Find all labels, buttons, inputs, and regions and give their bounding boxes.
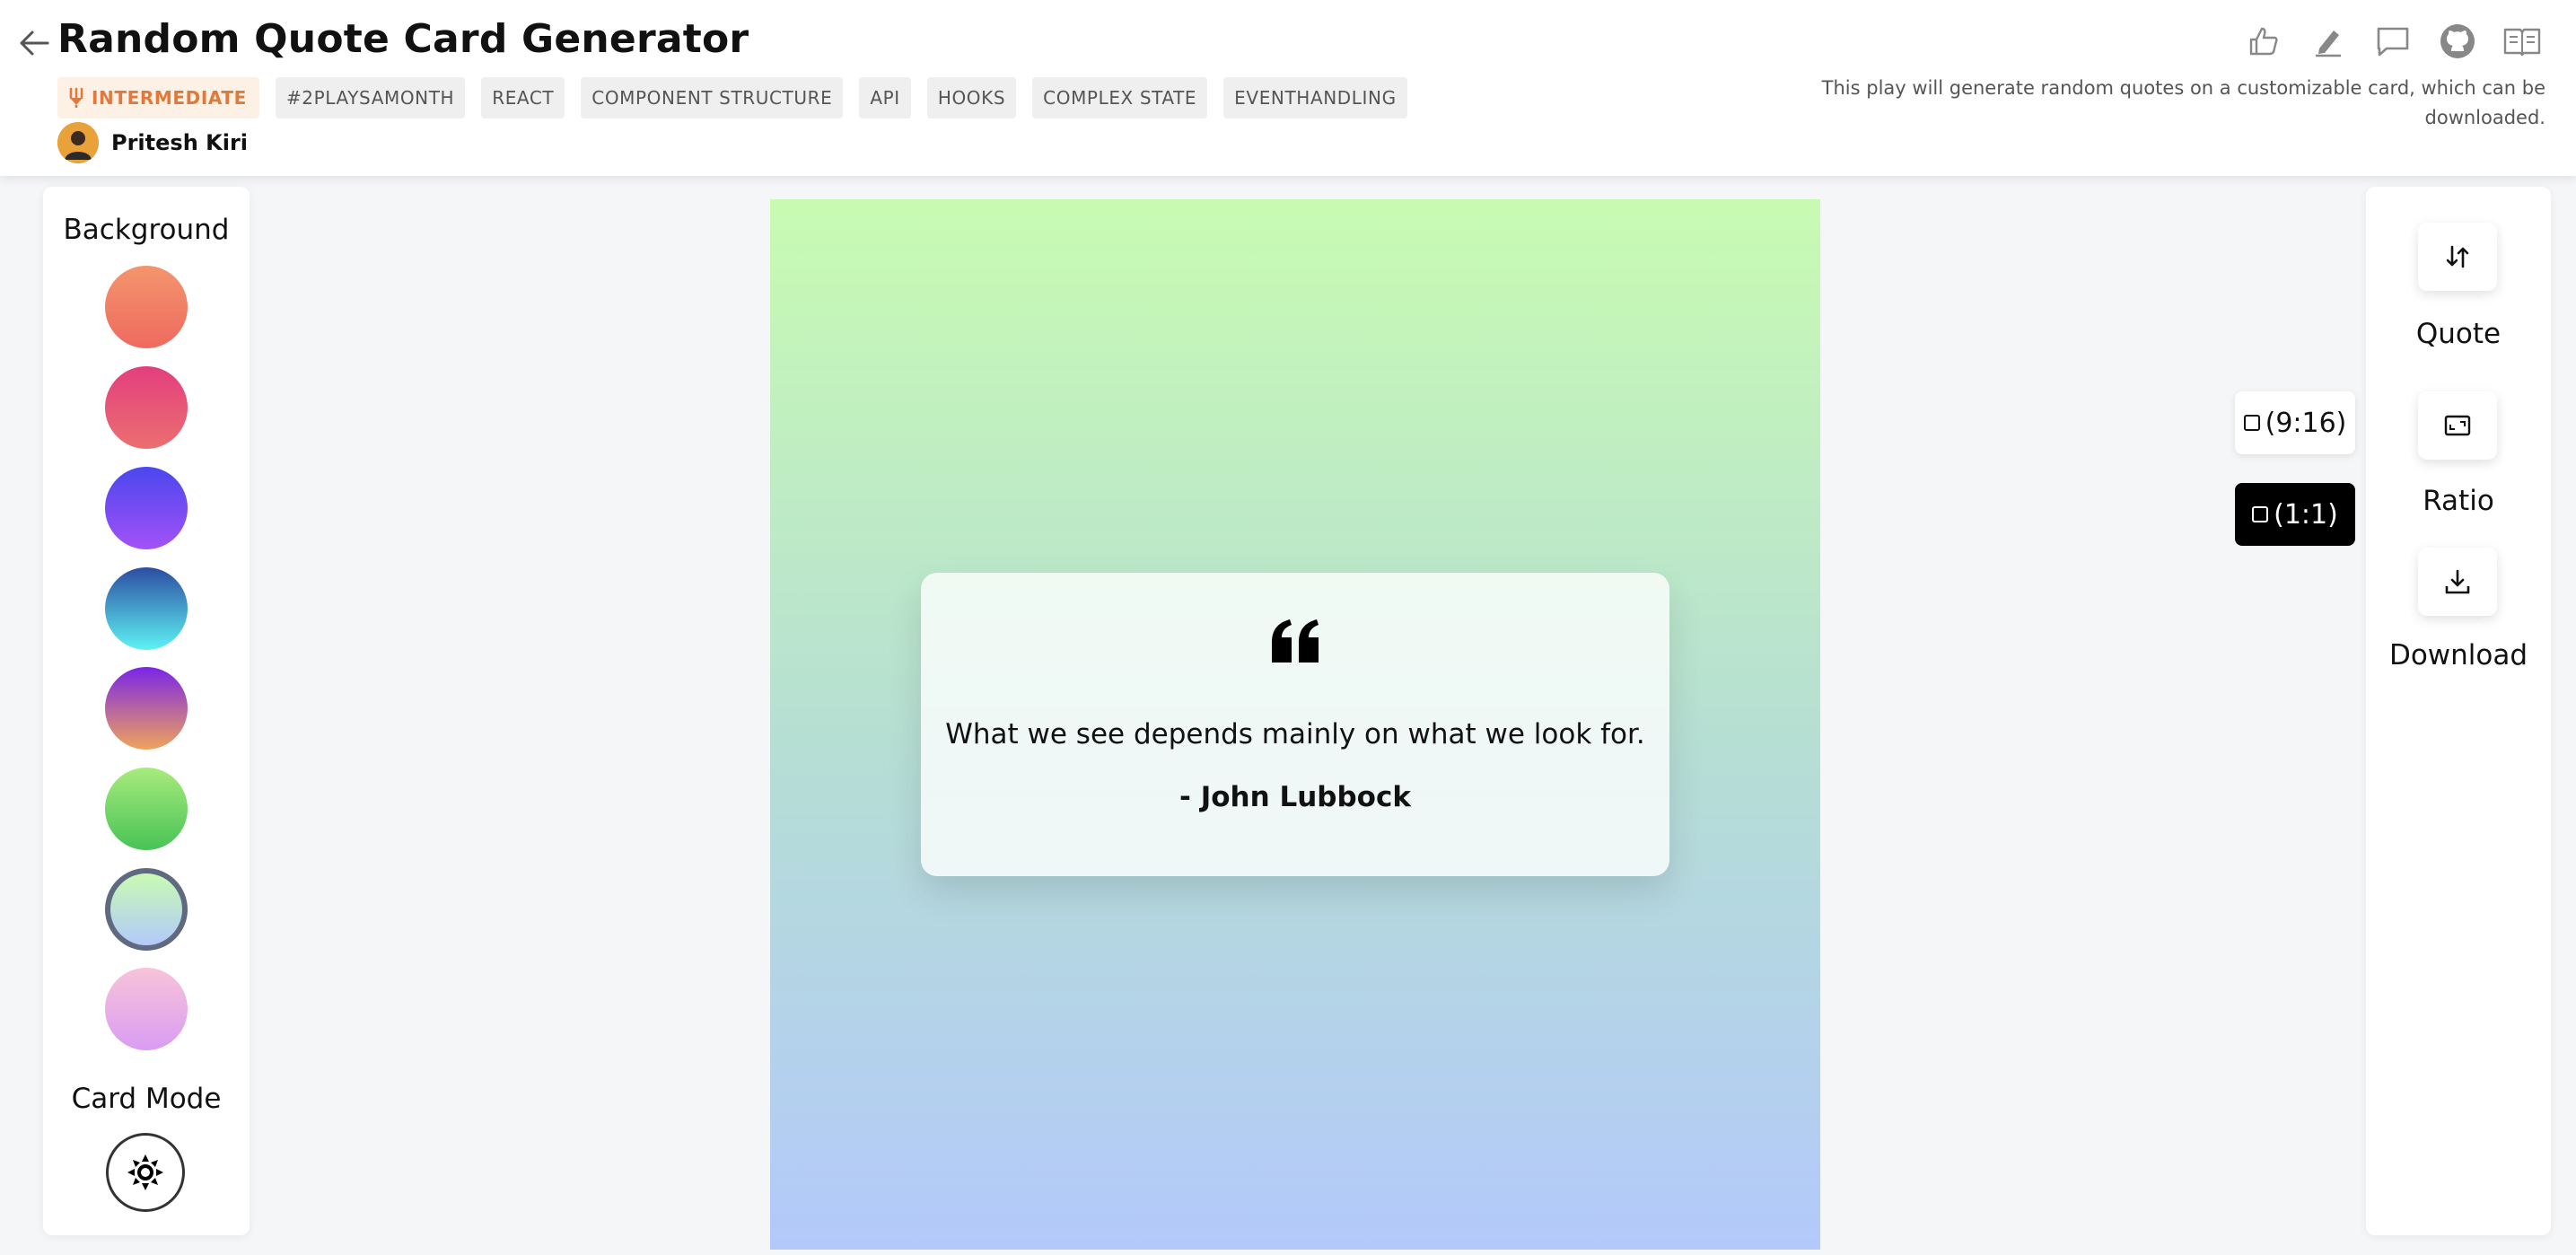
background-swatch-2[interactable] <box>105 366 188 449</box>
background-swatch-8[interactable] <box>105 968 188 1050</box>
background-swatch-1[interactable] <box>105 266 188 348</box>
level-tag[interactable]: INTERMEDIATE <box>57 77 259 118</box>
like-icon <box>2249 27 2278 56</box>
edit-icon <box>2316 31 2341 57</box>
tag-component-structure[interactable]: COMPONENT STRUCTURE <box>581 77 844 118</box>
arrow-left-icon <box>20 31 49 56</box>
tag-api[interactable]: API <box>859 77 911 118</box>
level-tag-label: INTERMEDIATE <box>92 87 247 109</box>
aspect-ratio-icon <box>2444 415 2471 436</box>
tag-hooks[interactable]: HOOKS <box>926 77 1017 118</box>
quote-text: What we see depends mainly on what we lo… <box>945 718 1645 750</box>
edit-button[interactable] <box>2309 22 2348 61</box>
ratio-option-label: (9:16) <box>2265 407 2347 439</box>
quote-icon <box>1272 619 1319 663</box>
quote-card: What we see depends mainly on what we lo… <box>921 573 1669 876</box>
header: Random Quote Card Generator INTERMEDIATE… <box>0 0 2576 176</box>
background-panel: Background Card Mode <box>43 187 250 1235</box>
background-swatch-5[interactable] <box>105 667 188 750</box>
back-button[interactable] <box>16 25 52 61</box>
tag-complex-state[interactable]: COMPLEX STATE <box>1032 77 1208 118</box>
tag-react[interactable]: REACT <box>481 77 565 118</box>
comment-button[interactable] <box>2373 22 2413 61</box>
docs-button[interactable] <box>2502 22 2542 61</box>
card-mode-title: Card Mode <box>71 1083 222 1115</box>
new-quote-button[interactable] <box>2418 223 2497 291</box>
comment-icon <box>2377 27 2409 57</box>
like-button[interactable] <box>2244 22 2283 61</box>
background-title: Background <box>63 214 230 246</box>
tag-2playsamonth[interactable]: #2PLAYSAMONTH <box>275 77 466 118</box>
author-name: Pritesh Kiri <box>111 130 249 155</box>
square-icon <box>2243 415 2260 431</box>
tag-list: INTERMEDIATE #2PLAYSAMONTH REACT COMPONE… <box>57 77 1407 118</box>
header-actions <box>2244 22 2542 61</box>
github-icon <box>2440 24 2475 58</box>
ratio-option-9-16[interactable]: (9:16) <box>2235 391 2355 454</box>
quote-canvas: What we see depends mainly on what we lo… <box>770 199 1820 1250</box>
level-icon <box>69 87 83 108</box>
sun-icon <box>127 1154 163 1190</box>
page-title: Random Quote Card Generator <box>57 16 749 62</box>
card-mode-toggle[interactable] <box>106 1133 185 1212</box>
quote-author: - John Lubbock <box>1179 781 1411 813</box>
play-description: This play will generate random quotes on… <box>1821 77 2545 128</box>
ratio-option-label: (1:1) <box>2274 498 2338 531</box>
author[interactable]: Pritesh Kiri <box>57 122 248 163</box>
background-swatch-3[interactable] <box>105 467 188 549</box>
docs-icon <box>2503 28 2541 57</box>
ratio-label: Ratio <box>2423 485 2494 517</box>
download-label: Download <box>2388 639 2528 671</box>
download-button[interactable] <box>2418 548 2497 616</box>
refresh-icon <box>2446 245 2469 268</box>
tag-eventhandling[interactable]: EVENTHANDLING <box>1223 77 1407 118</box>
quote-label: Quote <box>2415 318 2502 350</box>
download-icon <box>2445 569 2470 594</box>
square-icon <box>2252 506 2269 522</box>
ratio-button[interactable] <box>2418 391 2497 460</box>
avatar <box>57 122 99 163</box>
background-swatch-6[interactable] <box>105 768 188 850</box>
ratio-option-1-1[interactable]: (1:1) <box>2235 483 2355 546</box>
background-swatch-4[interactable] <box>105 567 188 650</box>
background-swatch-7[interactable] <box>105 868 188 951</box>
tools-panel: Quote Ratio Download <box>2366 187 2551 1235</box>
github-button[interactable] <box>2438 22 2477 61</box>
